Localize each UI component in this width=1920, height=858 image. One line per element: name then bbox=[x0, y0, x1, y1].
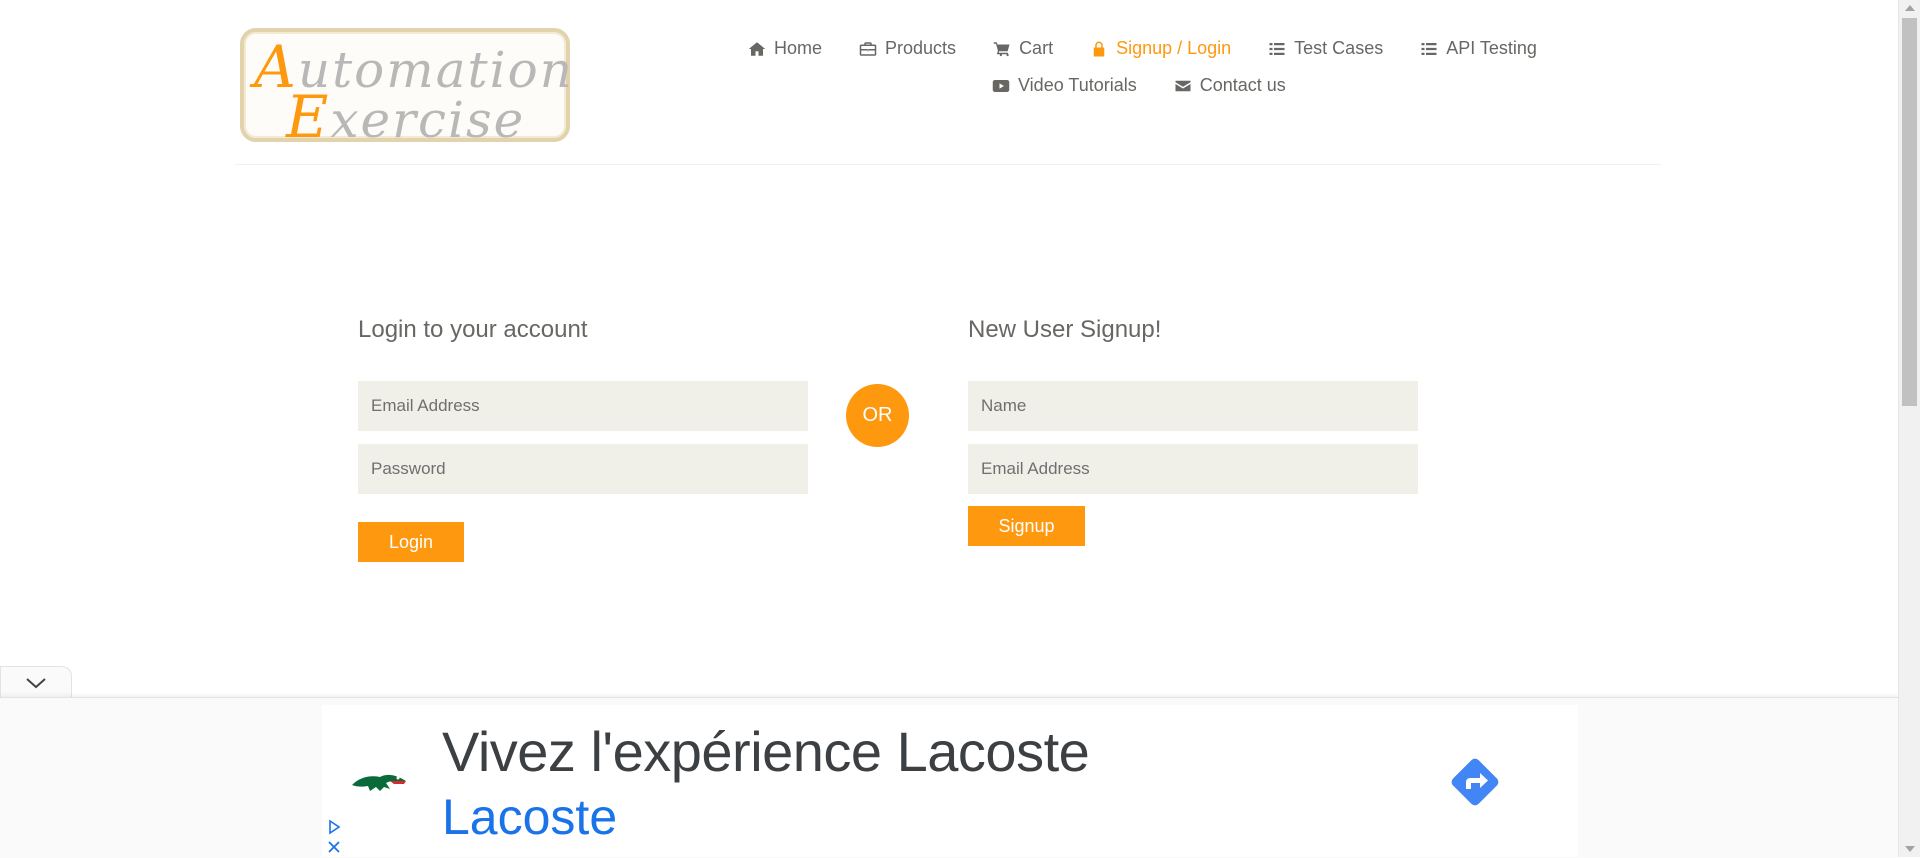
nav-home-label: Home bbox=[774, 38, 823, 58]
site-logo[interactable]: Automation Exercise bbox=[240, 28, 572, 146]
chevron-down-icon bbox=[26, 677, 46, 688]
signup-button[interactable]: Signup bbox=[968, 506, 1085, 546]
nav-signup-login-label: Signup / Login bbox=[1116, 38, 1232, 58]
youtube-play-icon bbox=[992, 79, 1010, 92]
close-icon[interactable] bbox=[326, 839, 342, 855]
nav-video-tutorials-label: Video Tutorials bbox=[1018, 75, 1137, 95]
directions-arrow-icon[interactable] bbox=[1444, 751, 1506, 813]
nav-cart-label: Cart bbox=[1019, 38, 1054, 58]
adchoices-icon[interactable] bbox=[326, 819, 342, 835]
home-icon bbox=[748, 41, 766, 56]
vertical-scrollbar[interactable] bbox=[1898, 0, 1920, 857]
nav-test-cases[interactable]: Test Cases bbox=[1268, 38, 1383, 59]
logo-initial-e: E bbox=[286, 83, 331, 151]
logo-word-rest-2: xercise bbox=[330, 91, 526, 149]
nav-home[interactable]: Home bbox=[748, 38, 822, 59]
briefcase-icon bbox=[859, 41, 877, 56]
login-email-input[interactable] bbox=[358, 381, 808, 431]
nav-test-cases-label: Test Cases bbox=[1294, 38, 1384, 58]
ad-brand-link[interactable]: Lacoste bbox=[442, 788, 617, 846]
nav-contact-us-label: Contact us bbox=[1199, 75, 1286, 95]
scroll-up-arrow-icon[interactable] bbox=[1905, 5, 1915, 11]
main-nav-row-2: Video Tutorials Contact us bbox=[992, 75, 1286, 96]
ad-headline[interactable]: Vivez l'expérience Lacoste bbox=[442, 719, 1090, 784]
nav-cart[interactable]: Cart bbox=[993, 38, 1053, 59]
nav-signup-login[interactable]: Signup / Login bbox=[1090, 38, 1231, 59]
login-form-title: Login to your account bbox=[358, 316, 588, 343]
scroll-down-arrow-icon[interactable] bbox=[1905, 846, 1915, 852]
ad-collapse-tab[interactable] bbox=[0, 666, 72, 698]
header-divider bbox=[235, 164, 1661, 165]
signup-name-input[interactable] bbox=[968, 381, 1418, 431]
nav-api-testing[interactable]: API Testing bbox=[1420, 38, 1537, 59]
scrollbar-thumb[interactable] bbox=[1902, 18, 1917, 406]
lock-icon bbox=[1093, 41, 1105, 56]
cart-icon bbox=[993, 41, 1010, 56]
crocodile-logo-icon bbox=[352, 774, 406, 791]
ad-card[interactable]: Vivez l'expérience Lacoste Lacoste bbox=[322, 705, 1578, 857]
list-icon bbox=[1269, 42, 1285, 55]
login-button[interactable]: Login bbox=[358, 522, 464, 562]
logo-line-exercise: Exercise bbox=[286, 88, 525, 146]
nav-contact-us[interactable]: Contact us bbox=[1174, 75, 1286, 96]
envelope-icon bbox=[1175, 80, 1191, 91]
list-icon bbox=[1421, 42, 1437, 55]
nav-products[interactable]: Products bbox=[859, 38, 956, 59]
signup-form-title: New User Signup! bbox=[968, 316, 1162, 343]
nav-video-tutorials[interactable]: Video Tutorials bbox=[992, 75, 1137, 96]
nav-products-label: Products bbox=[885, 38, 957, 58]
or-separator-badge: OR bbox=[846, 384, 909, 447]
main-nav-row-1: Home Products Cart Signup / Login Test C… bbox=[748, 38, 1537, 59]
nav-api-testing-label: API Testing bbox=[1446, 38, 1537, 58]
signup-email-input[interactable] bbox=[968, 444, 1418, 494]
login-password-input[interactable] bbox=[358, 444, 808, 494]
